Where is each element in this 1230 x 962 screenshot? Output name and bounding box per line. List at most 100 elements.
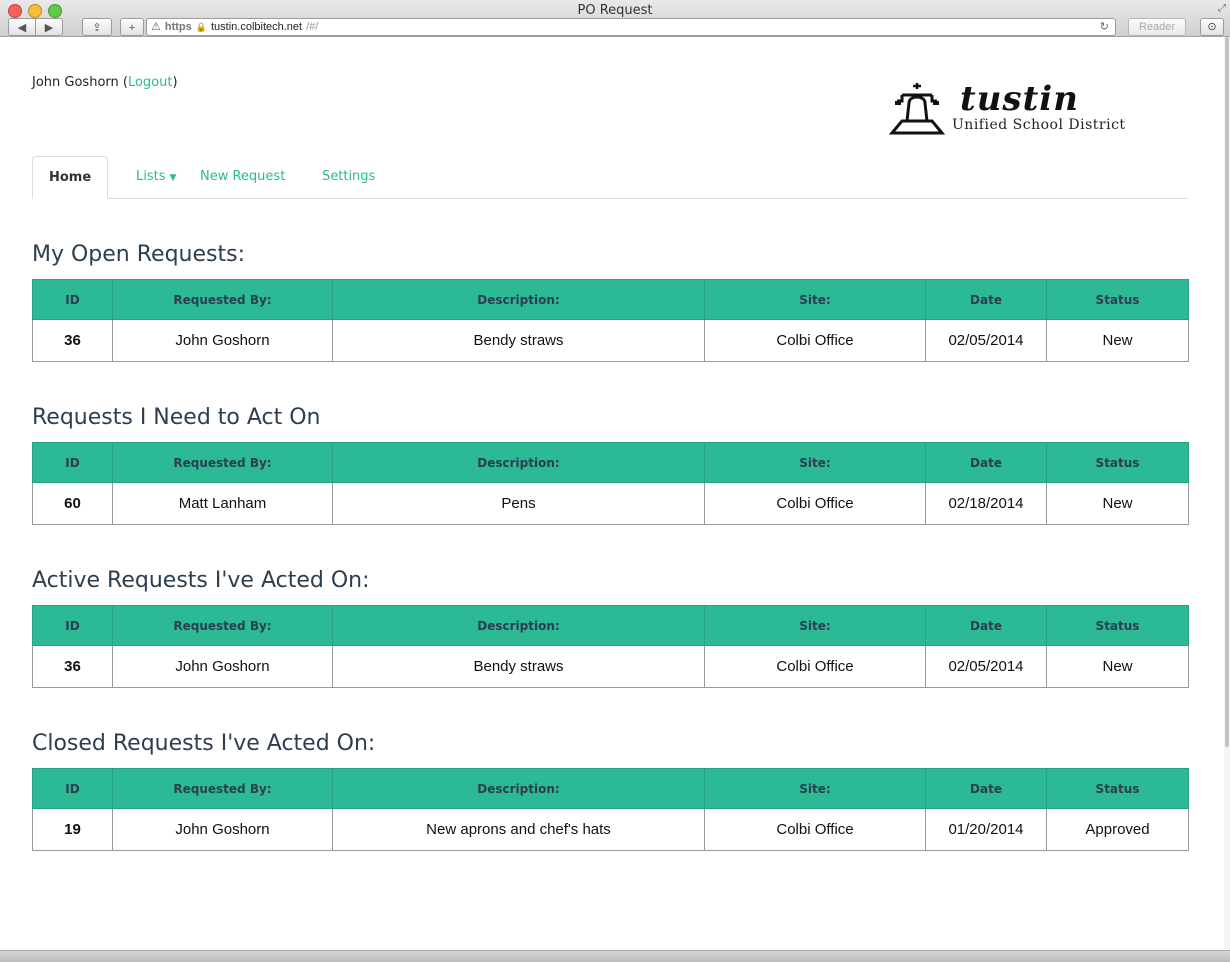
column-header-requested-by: Requested By: bbox=[112, 442, 333, 483]
cell-date: 02/05/2014 bbox=[925, 645, 1047, 688]
tab-lists[interactable]: Lists ▼ bbox=[120, 156, 192, 198]
column-header-site: Site: bbox=[704, 768, 926, 809]
requests-table: ID Requested By: Description: Site: Date Stat… bbox=[32, 442, 1189, 525]
column-header-status: Status bbox=[1046, 605, 1189, 646]
vertical-scrollbar[interactable] bbox=[1224, 37, 1230, 954]
cell-status: Approved bbox=[1046, 808, 1189, 851]
requests-table: ID Requested By: Description: Site: Date Stat… bbox=[32, 605, 1189, 688]
cell-requested-by: Matt Lanham bbox=[112, 482, 333, 525]
table-header-row: ID Requested By: Description: Site: Date Stat… bbox=[32, 279, 1189, 320]
url-host: tustin.colbitech.net bbox=[210, 21, 303, 33]
new-tab-button[interactable]: + bbox=[120, 18, 144, 36]
user-name: John Goshorn bbox=[32, 75, 119, 90]
column-header-requested-by: Requested By: bbox=[112, 605, 333, 646]
column-header-date: Date bbox=[925, 768, 1047, 809]
logo-wordmark: tustin bbox=[960, 79, 1079, 119]
back-button[interactable]: ◀ bbox=[8, 18, 36, 36]
column-header-requested-by: Requested By: bbox=[112, 279, 333, 320]
cell-requested-by: John Goshorn bbox=[112, 808, 333, 851]
tab-home[interactable]: Home bbox=[32, 156, 109, 199]
column-header-site: Site: bbox=[704, 605, 926, 646]
tab-new-request[interactable]: New Request bbox=[184, 156, 301, 198]
bell-tower-icon bbox=[888, 83, 946, 135]
cell-status: New bbox=[1046, 645, 1189, 688]
cell-status: New bbox=[1046, 319, 1189, 362]
cell-site: Colbi Office bbox=[704, 319, 926, 362]
cell-status: New bbox=[1046, 482, 1189, 525]
url-path: /#/ bbox=[306, 21, 319, 33]
cell-requested-by: John Goshorn bbox=[112, 645, 333, 688]
back-arrow-icon: ◀ bbox=[17, 22, 27, 34]
lock-icon: 🔒 bbox=[195, 22, 207, 32]
reload-icon[interactable]: ↻ bbox=[1100, 19, 1115, 35]
column-header-description: Description: bbox=[332, 279, 705, 320]
cell-id: 36 bbox=[32, 645, 113, 688]
section-title: Active Requests I've Acted On: bbox=[32, 568, 370, 593]
cell-site: Colbi Office bbox=[704, 482, 926, 525]
share-icon: ⇪ bbox=[92, 22, 102, 34]
cell-description: Bendy straws bbox=[332, 645, 705, 688]
column-header-id: ID bbox=[32, 279, 113, 320]
column-header-site: Site: bbox=[704, 442, 926, 483]
page-content: John Goshorn (Logout) tustin Unified Sch… bbox=[0, 37, 1224, 954]
column-header-description: Description: bbox=[332, 442, 705, 483]
column-header-status: Status bbox=[1046, 768, 1189, 809]
table-row[interactable]: 19 John Goshorn New aprons and chef's hats… bbox=[32, 808, 1189, 851]
cell-id: 36 bbox=[32, 319, 113, 362]
logout-link[interactable]: Logout bbox=[128, 75, 173, 90]
column-header-status: Status bbox=[1046, 442, 1189, 483]
tab-lists-label: Lists bbox=[136, 169, 166, 184]
caret-down-icon: ▼ bbox=[169, 173, 177, 183]
cell-id: 19 bbox=[32, 808, 113, 851]
downloads-icon: ⊙ bbox=[1207, 21, 1217, 33]
browser-statusbar bbox=[0, 950, 1230, 962]
url-scheme: https bbox=[164, 21, 192, 33]
section-title: My Open Requests: bbox=[32, 242, 245, 267]
user-info: John Goshorn (Logout) bbox=[32, 75, 178, 90]
column-header-description: Description: bbox=[332, 605, 705, 646]
column-header-description: Description: bbox=[332, 768, 705, 809]
column-header-date: Date bbox=[925, 605, 1047, 646]
browser-toolbar: ◀ ▶ ⇪ + ⚠ https 🔒 tustin.colbitech.net/#… bbox=[0, 18, 1230, 38]
table-row[interactable]: 36 John Goshorn Bendy straws Colbi Office 02… bbox=[32, 645, 1189, 688]
table-row[interactable]: 36 John Goshorn Bendy straws Colbi Office 02… bbox=[32, 319, 1189, 362]
column-header-id: ID bbox=[32, 605, 113, 646]
plus-icon: + bbox=[128, 22, 136, 34]
column-header-requested-by: Requested By: bbox=[112, 768, 333, 809]
cell-site: Colbi Office bbox=[704, 808, 926, 851]
share-button[interactable]: ⇪ bbox=[82, 18, 112, 36]
cell-site: Colbi Office bbox=[704, 645, 926, 688]
column-header-date: Date bbox=[925, 279, 1047, 320]
table-header-row: ID Requested By: Description: Site: Date Stat… bbox=[32, 442, 1189, 483]
cell-description: Bendy straws bbox=[332, 319, 705, 362]
district-logo: tustin Unified School District bbox=[888, 79, 1188, 139]
logo-subtitle: Unified School District bbox=[952, 117, 1126, 133]
column-header-site: Site: bbox=[704, 279, 926, 320]
table-header-row: ID Requested By: Description: Site: Date Stat… bbox=[32, 605, 1189, 646]
downloads-button[interactable]: ⊙ bbox=[1200, 18, 1224, 36]
scrollbar-thumb[interactable] bbox=[1225, 37, 1229, 747]
cell-date: 01/20/2014 bbox=[925, 808, 1047, 851]
requests-table: ID Requested By: Description: Site: Date Stat… bbox=[32, 279, 1189, 362]
section-title: Closed Requests I've Acted On: bbox=[32, 731, 376, 756]
forward-arrow-icon: ▶ bbox=[44, 22, 54, 34]
column-header-id: ID bbox=[32, 442, 113, 483]
section-title: Requests I Need to Act On bbox=[32, 405, 321, 430]
reader-button[interactable]: Reader bbox=[1128, 18, 1186, 36]
table-row[interactable]: 60 Matt Lanham Pens Colbi Office 02/18/2014 N… bbox=[32, 482, 1189, 525]
column-header-date: Date bbox=[925, 442, 1047, 483]
column-header-id: ID bbox=[32, 768, 113, 809]
forward-button[interactable]: ▶ bbox=[35, 18, 63, 36]
requests-table: ID Requested By: Description: Site: Date Stat… bbox=[32, 768, 1189, 851]
cell-description: Pens bbox=[332, 482, 705, 525]
window-title: PO Request bbox=[577, 3, 653, 18]
cell-id: 60 bbox=[32, 482, 113, 525]
cell-date: 02/18/2014 bbox=[925, 482, 1047, 525]
site-favicon-icon: ⚠ bbox=[151, 21, 161, 33]
address-bar[interactable]: ⚠ https 🔒 tustin.colbitech.net/#/ ↻ bbox=[146, 18, 1116, 36]
fullscreen-icon[interactable]: ⤢ bbox=[1218, 3, 1226, 14]
cell-requested-by: John Goshorn bbox=[112, 319, 333, 362]
main-nav-tabs: Home Lists ▼ New Request Settings bbox=[32, 156, 1188, 199]
tab-settings[interactable]: Settings bbox=[306, 156, 391, 198]
cell-description: New aprons and chef's hats bbox=[332, 808, 705, 851]
